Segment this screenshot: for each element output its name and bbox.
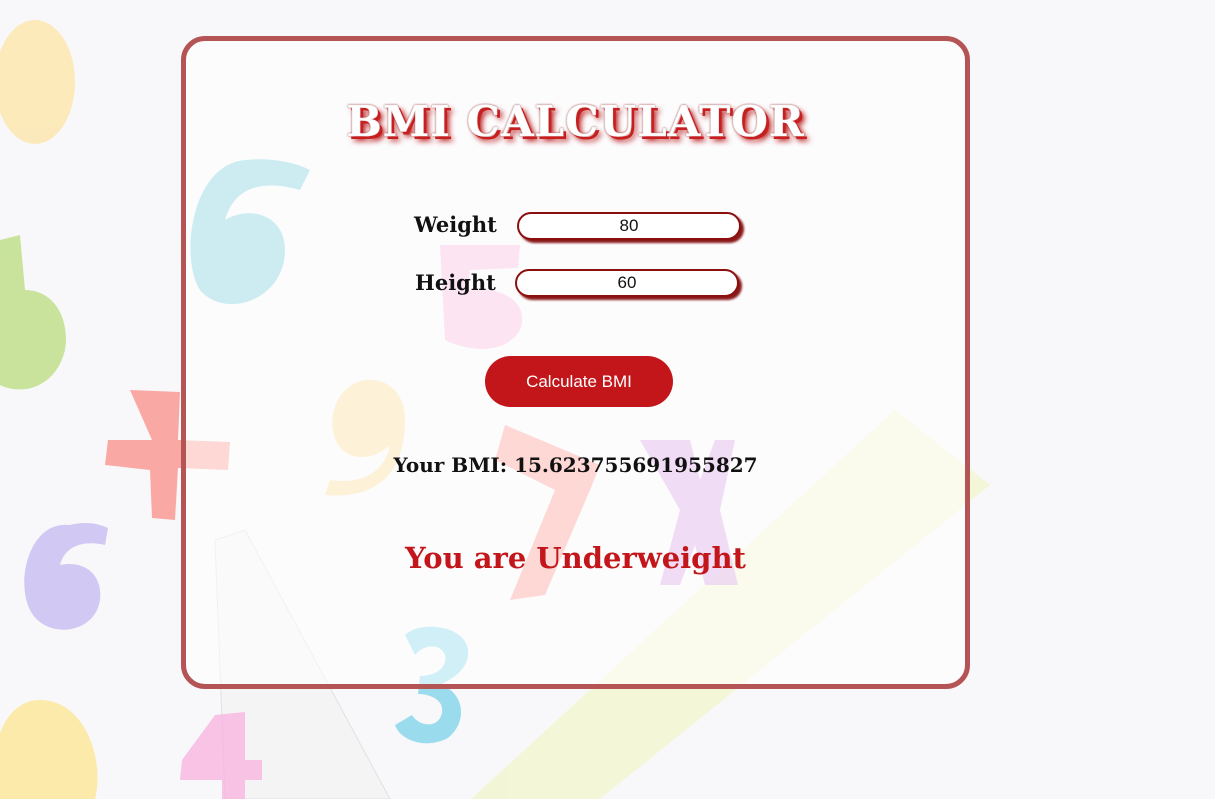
bmi-calculator-card: BMI CALCULATOR Weight Height Calculate B… (181, 36, 970, 689)
bmi-result-separator: : (499, 453, 515, 477)
digit-5-decoration (0, 235, 66, 390)
height-label: Height (415, 270, 496, 295)
bmi-result-value: 15.623755691955827 (514, 453, 758, 477)
calculate-bmi-button[interactable]: Calculate BMI (485, 356, 673, 407)
digit-0-decoration (0, 700, 98, 799)
weight-input[interactable] (517, 212, 741, 240)
height-input[interactable] (515, 269, 739, 297)
page-title: BMI CALCULATOR (346, 97, 805, 147)
weight-label: Weight (414, 212, 497, 237)
digit-6-purple-decoration (24, 523, 108, 630)
bmi-result: Your BMI: 15.623755691955827 (186, 453, 965, 477)
bmi-result-label: Your BMI (393, 453, 500, 477)
bmi-verdict: You are Underweight (405, 541, 746, 575)
digit-8-decoration (0, 20, 75, 144)
